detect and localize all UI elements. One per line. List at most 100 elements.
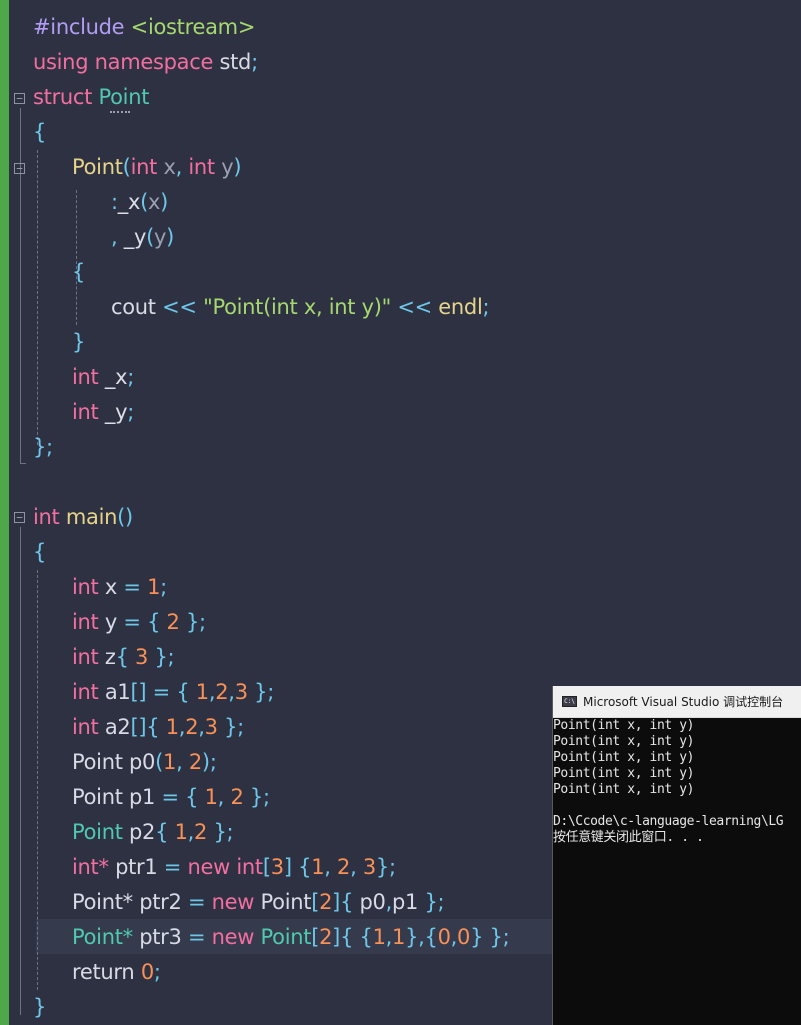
punctuation: } [243, 785, 263, 809]
code-line[interactable]: int* ptr1 = new int[3] {1, 2, 3}; [72, 850, 396, 885]
number-literal: 3 [362, 855, 376, 879]
code-line[interactable]: int _y; [72, 395, 134, 430]
number-literal: 2 [194, 820, 208, 844]
code-line[interactable]: int z{ 3 }; [72, 640, 175, 675]
number-literal: 1 [174, 820, 188, 844]
parameter: x [148, 190, 161, 214]
operator: = [146, 680, 177, 704]
number-literal: 1 [392, 925, 406, 949]
code-line[interactable]: int x = 1; [72, 570, 167, 605]
code-line[interactable]: int main() [33, 500, 133, 535]
keyword: int [72, 365, 99, 389]
code-line[interactable]: #include <iostream> [33, 10, 255, 45]
debug-console-window[interactable]: C:\ Microsoft Visual Studio 调试控制台 Point(… [553, 686, 801, 1025]
type-name: Point [260, 890, 312, 914]
code-line[interactable]: Point p1 = { 1, 2 }; [72, 780, 270, 815]
punctuation: ; [482, 295, 490, 319]
keyword: return [72, 960, 135, 984]
fold-toggle-icon[interactable]: − [14, 93, 25, 104]
console-titlebar[interactable]: C:\ Microsoft Visual Studio 调试控制台 [553, 686, 801, 718]
identifier: std [219, 50, 252, 74]
code-line[interactable]: int a2[]{ 1,2,3 }; [72, 710, 244, 745]
number-literal: 1 [204, 785, 218, 809]
code-line[interactable]: :_x(x) [111, 185, 168, 220]
punctuation: ( [146, 225, 154, 249]
console-line: Point(int x, int y) [553, 782, 695, 797]
keyword: int [72, 610, 99, 634]
type-name: Point* [72, 890, 133, 914]
type-name: Point [260, 925, 312, 949]
punctuation: , [175, 155, 189, 179]
number-literal: 2 [185, 715, 199, 739]
code-line[interactable]: Point* ptr2 = new Point[2]{ p0,p1 }; [72, 885, 445, 920]
fold-toggle-icon[interactable]: − [14, 163, 25, 174]
number-literal: 0 [457, 925, 471, 949]
code-line[interactable]: { [72, 255, 85, 290]
number-literal: 2 [166, 610, 180, 634]
code-line[interactable]: struct Point [33, 80, 149, 115]
keyword: new [211, 890, 255, 914]
keyword: using [33, 50, 89, 74]
code-line[interactable]: } [33, 990, 46, 1025]
code-line[interactable]: Point* ptr3 = new Point[2]{ {1,1},{0,0} … [72, 920, 510, 955]
keyword: new [187, 855, 230, 879]
punctuation: { [340, 890, 354, 914]
code-line[interactable]: cout << "Point(int x, int y)" << endl; [111, 290, 490, 325]
punctuation: ; [127, 365, 134, 389]
console-title: Microsoft Visual Studio 调试控制台 [583, 695, 784, 709]
identifier: p1 [122, 785, 162, 809]
punctuation: ; [226, 820, 234, 844]
code-line[interactable]: { [33, 115, 46, 150]
punctuation: } [217, 715, 238, 739]
punctuation: { [146, 715, 166, 739]
punctuation: , [111, 225, 124, 249]
code-line[interactable]: using namespace std; [33, 45, 258, 80]
punctuation: ; [209, 750, 217, 774]
punctuation: } [179, 610, 199, 634]
keyword: int [72, 400, 99, 424]
code-line[interactable]: , _y(y) [111, 220, 174, 255]
keyword: struct [33, 85, 93, 109]
console-app-icon: C:\ [562, 696, 577, 707]
fold-toggle-icon[interactable]: − [14, 512, 25, 523]
number-literal: 2 [319, 925, 333, 949]
number-literal: 1 [372, 925, 386, 949]
code-line[interactable]: { [33, 535, 46, 570]
code-line[interactable]: } [72, 325, 85, 360]
code-line[interactable]: Point(int x, int y) [72, 150, 242, 185]
code-line[interactable]: int y = { 2 }; [72, 605, 206, 640]
number-literal: 3 [135, 645, 149, 669]
code-line[interactable]: int a1[] = { 1,2,3 }; [72, 675, 274, 710]
number-literal: 3 [234, 680, 248, 704]
member: _y [104, 400, 128, 424]
code-line[interactable]: }; [33, 430, 53, 465]
code-line[interactable]: Point p2{ 1,2 }; [72, 815, 234, 850]
punctuation: } [405, 925, 419, 949]
console-output[interactable]: Point(int x, int y) Point(int x, int y) … [553, 718, 801, 1025]
punctuation: () [117, 505, 133, 529]
punctuation: { [340, 925, 354, 949]
keyword: int [72, 575, 99, 599]
operator: << [155, 295, 204, 319]
punctuation: ; [267, 680, 274, 704]
identifier: p0 [353, 890, 386, 914]
punctuation: ; [199, 610, 206, 634]
number-literal: 1 [163, 750, 177, 774]
punctuation: ( [140, 190, 149, 214]
function-name: Point [72, 155, 123, 179]
string-literal: "Point(int x, int y)" [203, 295, 391, 319]
preprocessor-directive: #include [33, 15, 131, 39]
punctuation: ; [262, 785, 270, 809]
member: _y [123, 225, 147, 249]
keyword: int [72, 715, 99, 739]
number-literal: 1 [165, 715, 179, 739]
identifier: x [98, 575, 124, 599]
code-line[interactable]: int _x; [72, 360, 134, 395]
type-name: Point [72, 820, 123, 844]
code-line[interactable]: return 0; [72, 955, 161, 990]
code-line[interactable]: Point p0(1, 2); [72, 745, 217, 780]
punctuation: [ [262, 855, 271, 879]
punctuation: ) [166, 225, 175, 249]
number-literal: 3 [204, 715, 218, 739]
parameter: y [154, 225, 167, 249]
